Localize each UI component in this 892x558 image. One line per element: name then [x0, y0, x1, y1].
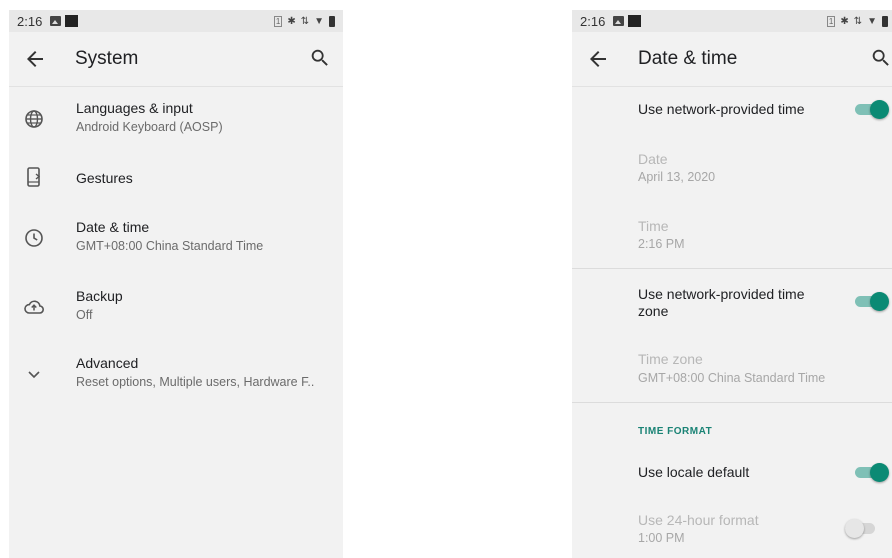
time-zone-row: Time zone GMT+08:00 China Standard Time: [572, 348, 892, 404]
sim-icon: 1: [826, 15, 836, 27]
bluetooth-icon: ✱: [287, 15, 296, 27]
network-time-zone-title-line1: Use network-provided time: [638, 286, 805, 302]
item-subtitle: Android Keyboard (AOSP): [76, 120, 223, 134]
settings-item-backup[interactable]: Backup Off: [9, 274, 343, 340]
clock-icon: [25, 229, 43, 247]
divider: [572, 402, 892, 403]
settings-item-gestures[interactable]: Gestures: [9, 151, 343, 205]
search-icon[interactable]: [870, 47, 892, 69]
cloud-upload-icon: [24, 300, 44, 314]
status-time: 2:16: [580, 13, 606, 29]
time-format-header: TIME FORMAT: [638, 426, 713, 437]
image-notification-icon: [50, 16, 62, 26]
page-title: System: [75, 48, 139, 69]
item-title: Languages & input: [76, 100, 193, 116]
search-icon[interactable]: [309, 47, 331, 69]
settings-item-date-time[interactable]: Date & time GMT+08:00 China Standard Tim…: [9, 205, 343, 271]
locale-default-row[interactable]: Use locale default: [572, 450, 892, 494]
date-row: Date April 13, 2020: [572, 146, 892, 202]
phone-gesture-icon: [27, 167, 41, 187]
item-title: Advanced: [76, 355, 139, 371]
page-title: Date & time: [638, 48, 738, 69]
hour24-row: Use 24-hour format 1:00 PM: [572, 507, 892, 558]
hour24-title: Use 24-hour format: [638, 512, 759, 528]
globe-icon: [25, 110, 43, 128]
item-title: Gestures: [76, 170, 133, 186]
bluetooth-icon: ✱: [840, 15, 849, 27]
status-bar: 2:16 1 ✱ ⇅ ▼: [572, 10, 892, 32]
time-zone-title: Time zone: [638, 351, 703, 367]
wifi-icon: ▼: [867, 15, 877, 27]
chevron-down-icon: [28, 371, 40, 379]
time-value: 2:16 PM: [638, 237, 685, 251]
locale-default-toggle[interactable]: [855, 461, 889, 483]
item-subtitle: Reset options, Multiple users, Hardware …: [76, 375, 315, 389]
settings-item-languages[interactable]: Languages & input Android Keyboard (AOSP…: [9, 87, 343, 151]
notification-block-icon: [65, 15, 79, 27]
time-row: Time 2:16 PM: [572, 213, 892, 269]
network-time-toggle[interactable]: [855, 98, 889, 120]
item-subtitle: Off: [76, 308, 93, 322]
status-bar: 2:16 1 ✱ ⇅ ▼: [9, 10, 343, 32]
arrow-back-icon[interactable]: [23, 47, 47, 71]
network-time-zone-title-line2: zone: [638, 303, 669, 319]
network-time-zone-toggle[interactable]: [855, 290, 889, 312]
network-time-zone-row[interactable]: Use network-provided time zone: [572, 269, 892, 335]
time-zone-value: GMT+08:00 China Standard Time: [638, 371, 826, 385]
date-title: Date: [638, 151, 668, 167]
system-settings-screen: 2:16 1 ✱ ⇅ ▼ System Languages & input An…: [9, 10, 343, 558]
arrow-back-icon[interactable]: [586, 47, 610, 71]
date-time-screen: 2:16 1 ✱ ⇅ ▼ Date & time Use network-pro…: [572, 10, 892, 558]
time-title: Time: [638, 218, 669, 234]
hour24-toggle: [845, 517, 879, 539]
sim-icon: 1: [273, 15, 283, 27]
wifi-icon: ▼: [314, 15, 324, 27]
settings-item-advanced[interactable]: Advanced Reset options, Multiple users, …: [9, 341, 343, 407]
app-bar: System: [9, 32, 343, 87]
battery-icon: [882, 15, 888, 27]
item-title: Backup: [76, 288, 123, 304]
locale-default-title: Use locale default: [638, 464, 750, 480]
network-time-row[interactable]: Use network-provided time: [572, 87, 892, 131]
status-time: 2:16: [17, 13, 43, 29]
app-bar: Date & time: [572, 32, 892, 87]
item-title: Date & time: [76, 219, 150, 235]
status-icons: 1 ✱ ⇅ ▼: [273, 15, 335, 27]
data-arrows-icon: ⇅: [853, 15, 863, 27]
battery-icon: [329, 15, 335, 27]
data-arrows-icon: ⇅: [300, 15, 310, 27]
hour24-value: 1:00 PM: [638, 531, 685, 545]
network-time-title: Use network-provided time: [638, 101, 805, 117]
image-notification-icon: [613, 16, 625, 26]
notification-block-icon: [628, 15, 642, 27]
status-icons: 1 ✱ ⇅ ▼: [826, 15, 888, 27]
date-value: April 13, 2020: [638, 170, 716, 184]
item-subtitle: GMT+08:00 China Standard Time: [76, 239, 264, 253]
